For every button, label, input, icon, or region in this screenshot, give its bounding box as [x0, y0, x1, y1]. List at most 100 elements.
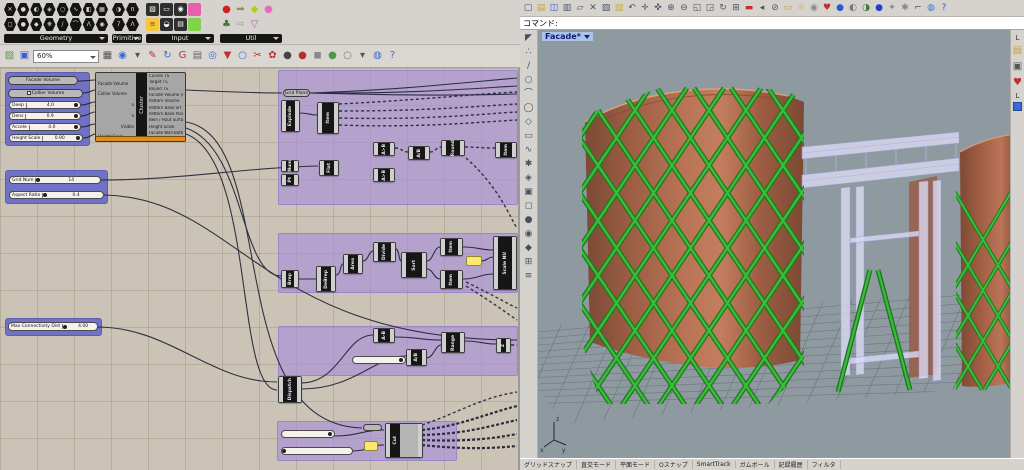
slider-grip[interactable]: [74, 103, 78, 107]
gh-node-item[interactable]: Item: [440, 270, 463, 289]
curve-icon[interactable]: ∿: [70, 3, 82, 16]
preview-eye-icon[interactable]: ◉: [116, 49, 129, 63]
paste-icon[interactable]: ▧: [613, 1, 625, 15]
gh-node-cut-cluster[interactable]: Cut: [385, 423, 423, 458]
corner-icon[interactable]: ⌐: [912, 1, 924, 15]
tree-icon[interactable]: ♣: [220, 18, 233, 32]
point-icon[interactable]: ●: [17, 3, 29, 16]
lock-icon[interactable]: ◉: [808, 1, 820, 15]
number-icon[interactable]: 7: [112, 18, 125, 31]
gh-node-dispatch[interactable]: Dispatch: [278, 376, 302, 403]
plane-icon[interactable]: ▣: [523, 186, 535, 199]
domain-icon[interactable]: ◑: [112, 3, 125, 16]
magnifier-icon[interactable]: ◎: [206, 49, 219, 63]
refresh-icon[interactable]: ↻: [161, 49, 174, 63]
gh-node-explode[interactable]: Explode: [281, 100, 300, 132]
slider-icon[interactable]: ≡: [146, 18, 159, 31]
tab-input-label[interactable]: Input: [146, 34, 214, 43]
gh-node-adivb[interactable]: A/B: [406, 349, 427, 366]
status-osnap[interactable]: Oスナップ: [655, 460, 693, 469]
globe1-icon[interactable]: ◐: [847, 1, 859, 15]
plane-icon[interactable]: ◈: [43, 3, 55, 16]
freeform-curve-icon[interactable]: ∿: [523, 144, 535, 157]
gh-node-agtb[interactable]: A>B: [373, 142, 395, 156]
gh-node-round[interactable]: Round: [441, 140, 465, 156]
red-sphere-icon[interactable]: ●: [296, 49, 309, 63]
rhino-viewport[interactable]: Facade*: [538, 30, 1010, 458]
gha-badge-icon[interactable]: G: [176, 49, 189, 63]
zoom-window-icon[interactable]: ◱: [691, 1, 703, 15]
gear-icon[interactable]: ✱: [899, 1, 911, 15]
properties-icon[interactable]: ▱: [574, 1, 586, 15]
slider-grip[interactable]: [399, 358, 403, 362]
zoom-extents-icon[interactable]: ▦: [101, 49, 114, 63]
status-history[interactable]: 記録履歴: [775, 460, 808, 469]
viewport-title[interactable]: Facade*: [542, 32, 593, 41]
gh-node-item[interactable]: Item: [317, 102, 339, 134]
gh-node-debrep[interactable]: DeBrep: [316, 266, 336, 292]
new-file-icon[interactable]: ▢: [522, 1, 534, 15]
cloud-icon[interactable]: ◉: [96, 18, 108, 31]
solid-icon[interactable]: ◆: [523, 242, 535, 255]
ellipse-icon[interactable]: ◯: [523, 102, 535, 115]
cut-icon[interactable]: ✕: [587, 1, 599, 15]
gh-panel[interactable]: [466, 256, 482, 266]
zoom-select[interactable]: 60%: [33, 50, 99, 63]
earth-icon[interactable]: ◍: [925, 1, 937, 15]
arc-icon[interactable]: ⌒: [70, 18, 82, 31]
cursor-icon[interactable]: ◤: [523, 32, 535, 45]
copy-icon[interactable]: ▨: [600, 1, 612, 15]
status-planar[interactable]: 平面モード: [616, 460, 655, 469]
gh-slider-c[interactable]: [352, 356, 406, 364]
dark-sphere-icon[interactable]: ●: [281, 49, 294, 63]
panel-doc-icon[interactable]: ▣: [1011, 60, 1024, 74]
vector-icon[interactable]: ◐: [30, 3, 42, 16]
move-icon[interactable]: ✜: [652, 1, 664, 15]
params-icon[interactable]: ✕: [4, 3, 16, 16]
gh-node-adivb[interactable]: A/B: [408, 146, 430, 160]
zoom-extents-icon[interactable]: ◲: [704, 1, 716, 15]
surface-icon[interactable]: ✱: [523, 158, 535, 171]
patch-icon[interactable]: ◈: [523, 172, 535, 185]
zoom-in-icon[interactable]: ⊕: [665, 1, 677, 15]
pink-ball-icon[interactable]: ●: [262, 3, 275, 17]
box-icon[interactable]: ◻: [523, 200, 535, 213]
mesh-icon[interactable]: ▦: [96, 3, 108, 16]
gh-cluster[interactable]: Facade Volume Collier Volume a a Visible…: [95, 72, 186, 142]
button-icon[interactable]: ▭: [160, 3, 173, 16]
globe3-icon[interactable]: ●: [873, 1, 885, 15]
gh-tab-geometry[interactable]: ✕●◐◈○∿◧▦ ◻●◆❋/⌒Λ◉ Geometry: [4, 2, 108, 43]
balloon-icon[interactable]: ○: [236, 49, 249, 63]
gh-param-collier-volume[interactable]: Collier Volume: [8, 89, 83, 98]
grid-icon[interactable]: ⊞: [730, 1, 742, 15]
slider-grip[interactable]: [43, 193, 47, 197]
circle-icon[interactable]: ○: [523, 74, 535, 87]
sparkle-icon[interactable]: ✦: [886, 1, 898, 15]
sphere-icon[interactable]: ●: [17, 18, 29, 31]
gh-node-pt[interactable]: Pt: [281, 174, 299, 186]
gh-node-sort[interactable]: Sort: [401, 252, 427, 278]
green-ball-icon[interactable]: ●: [326, 49, 339, 63]
status-grid-snap[interactable]: グリッドスナップ: [520, 460, 577, 469]
gh-tab-util[interactable]: ●➡◆● ♣⇨▽ Util: [220, 2, 282, 43]
globe-icon[interactable]: ◍: [371, 49, 384, 63]
polyline-icon[interactable]: Λ: [83, 18, 95, 31]
undo-icon[interactable]: ↶: [626, 1, 638, 15]
gh-node-asubb[interactable]: A-B: [373, 328, 395, 343]
circle-slash-icon[interactable]: ⊘: [769, 1, 781, 15]
gh-node-z[interactable]: Z: [496, 338, 511, 353]
gh-node-flat[interactable]: Flat: [319, 160, 339, 176]
field-icon[interactable]: ❋: [43, 18, 55, 31]
gh-param-facade-volume[interactable]: Facade Volume: [8, 76, 78, 85]
gh-node-brep[interactable]: Brep: [281, 270, 299, 288]
help-icon[interactable]: ?: [938, 1, 950, 15]
viewport-3d-canvas[interactable]: x y z: [538, 30, 1010, 458]
colour-swatch-icon[interactable]: [188, 3, 201, 16]
gh-slider-accele[interactable]: Accele4.0: [9, 123, 81, 131]
flask-icon[interactable]: ▽: [248, 18, 261, 32]
gh-tab-input[interactable]: ▧▭◉ ≡◒▤ Input: [146, 2, 214, 43]
brep-icon[interactable]: ◆: [30, 18, 42, 31]
arc-icon[interactable]: ⌒: [523, 88, 535, 101]
cherry-picker-icon[interactable]: ●: [220, 3, 233, 17]
help-icon[interactable]: ?: [386, 49, 399, 63]
